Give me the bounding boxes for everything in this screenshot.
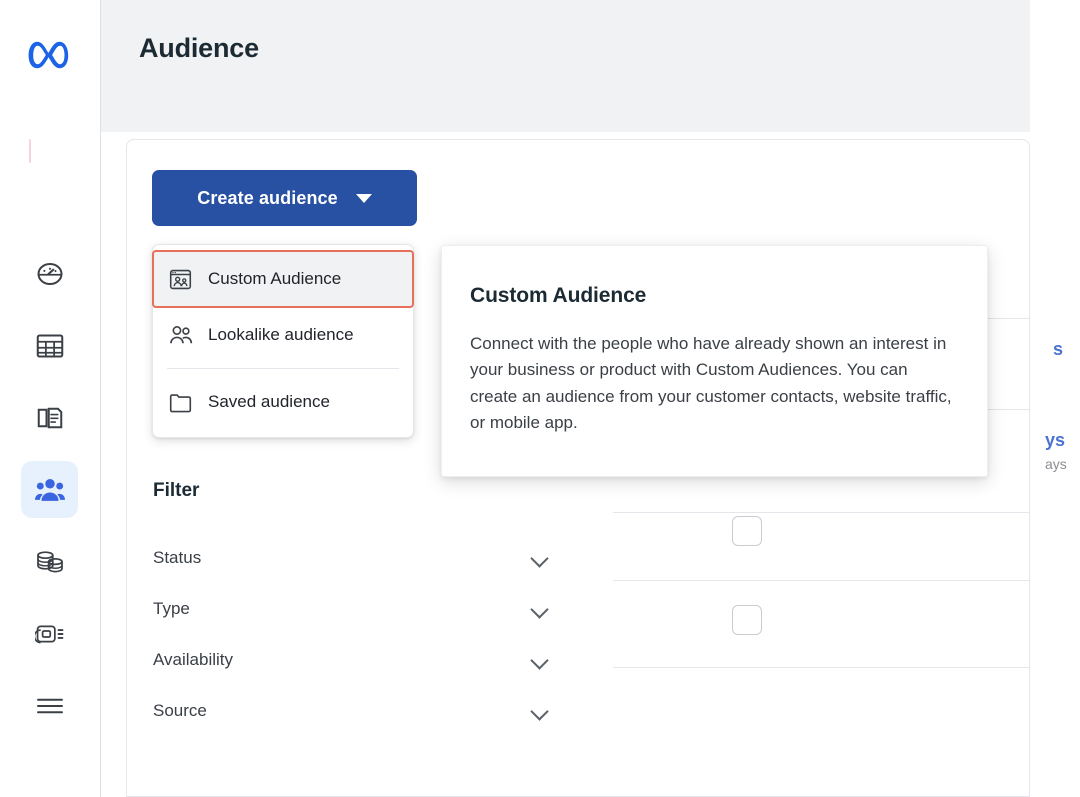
left-nav-rail [0,0,101,797]
chevron-down-icon [531,651,549,669]
main-content: Audience s ys ays Create audience Custom… [101,0,1080,797]
page-title: Audience [139,33,259,63]
list-divider [613,580,1029,581]
create-audience-label: Create audience [197,187,338,208]
table-grid-icon [35,332,65,360]
filter-label: Source [153,700,207,720]
list-divider [613,667,1029,668]
menu-item-saved-audience[interactable]: Saved audience [153,374,413,430]
sidebar-item-billing[interactable] [21,533,78,590]
filter-label: Availability [153,649,234,669]
chevron-down-icon [531,549,549,567]
sidebar-item-more[interactable] [21,677,78,734]
gauge-icon [35,259,65,289]
menu-item-lookalike-audience[interactable]: Lookalike audience [153,307,413,363]
row-checkbox[interactable] [732,516,762,546]
menu-item-custom-audience[interactable]: Custom Audience [152,250,414,308]
custom-audience-tooltip: Custom Audience Connect with the people … [441,245,988,478]
tooltip-title: Custom Audience [470,284,647,307]
list-divider [613,512,1029,513]
create-audience-button[interactable]: Create audience [152,170,417,226]
sidebar-item-dashboard[interactable] [21,245,78,302]
cards-stack-icon [35,403,65,433]
filter-row-status[interactable]: Status [153,532,557,583]
create-audience-menu: Custom Audience Lookalike audience Saved… [152,244,414,438]
sidebar-item-assets[interactable] [21,605,78,662]
tooltip-body: Connect with the people who have already… [470,334,952,433]
menu-item-label: Saved audience [208,392,330,411]
audience-card: s ys ays Create audience Custom Audience… [126,139,1067,797]
filter-label: Type [153,598,190,618]
hamburger-menu-icon [35,695,65,717]
row-checkbox[interactable] [732,605,762,635]
meta-logo[interactable] [22,28,76,82]
sidebar-item-ads[interactable] [21,389,78,446]
filter-title: Filter [153,480,200,501]
chevron-down-icon [531,702,549,720]
sidebar-item-audiences[interactable] [21,461,78,518]
filter-row-source[interactable]: Source [153,685,557,736]
coins-stack-icon [35,548,65,576]
menu-divider [167,368,399,369]
chevron-down-icon [355,193,372,203]
nav-indicator-mark [29,139,31,163]
menu-item-label: Lookalike audience [208,325,354,344]
filter-row-availability[interactable]: Availability [153,634,557,685]
audience-name-link[interactable]: s [1053,339,1063,360]
filter-row-type[interactable]: Type [153,583,557,634]
chevron-down-icon [531,600,549,618]
audience-name-link[interactable]: ys [1045,430,1067,451]
media-collection-icon [34,621,65,647]
folder-icon [167,389,193,415]
page-header: Audience [101,0,1030,132]
audience-manager-screen: Audience s ys ays Create audience Custom… [0,0,1080,797]
filter-panel: Filter Status Type Availability Source [153,480,573,736]
lookalike-people-icon [167,322,193,348]
filter-label: Status [153,547,202,567]
audience-meta-text: ays [1045,456,1067,472]
custom-audience-icon [167,266,193,292]
people-group-icon [34,477,65,503]
menu-item-label: Custom Audience [208,269,342,288]
sidebar-item-table[interactable] [21,317,78,374]
